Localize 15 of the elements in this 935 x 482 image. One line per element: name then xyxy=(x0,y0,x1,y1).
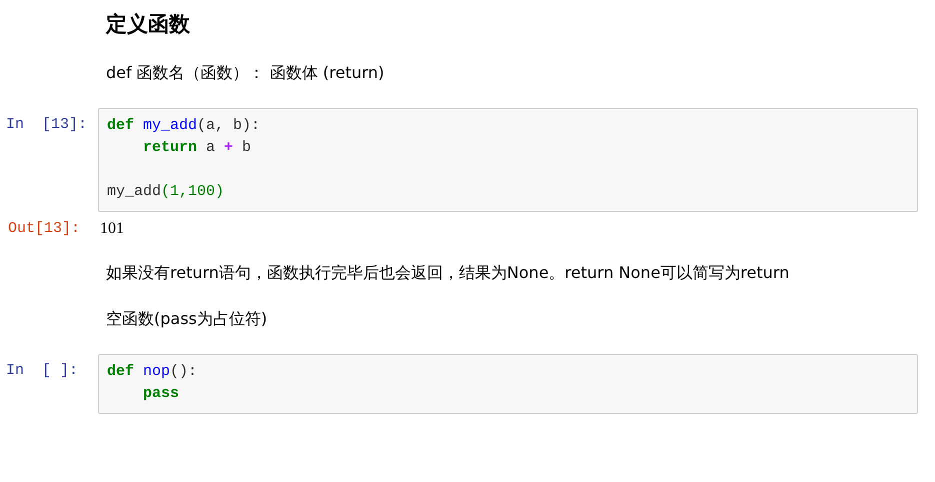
code-line: my_add(1,100) xyxy=(107,182,224,202)
markdown-text: def 函数名（函数）： 函数体 (return) xyxy=(106,62,384,84)
input-prompt: In [ ]: xyxy=(5,361,80,379)
output-prompt: Out[13]: xyxy=(7,220,82,237)
code-line: return a + b xyxy=(142,138,252,158)
markdown-text: 空函数(pass为占位符) xyxy=(106,308,268,330)
code-cell[interactable]: def my_add(a, b): return a + b my_add(1,100) xyxy=(98,108,918,212)
code-line: def my_add(a, b): xyxy=(107,116,260,136)
markdown-text: 如果没有return语句，函数执行完毕后也会返回，结果为None。return None可以简写为return xyxy=(106,262,790,284)
code-line: def nop(): xyxy=(107,362,198,382)
code-line: pass xyxy=(142,384,180,404)
section-heading: 定义函数 xyxy=(106,11,190,38)
code-cell[interactable]: def nop(): pass xyxy=(98,354,918,414)
input-prompt: In [13]: xyxy=(5,115,88,133)
output-text: 101 xyxy=(99,220,124,238)
